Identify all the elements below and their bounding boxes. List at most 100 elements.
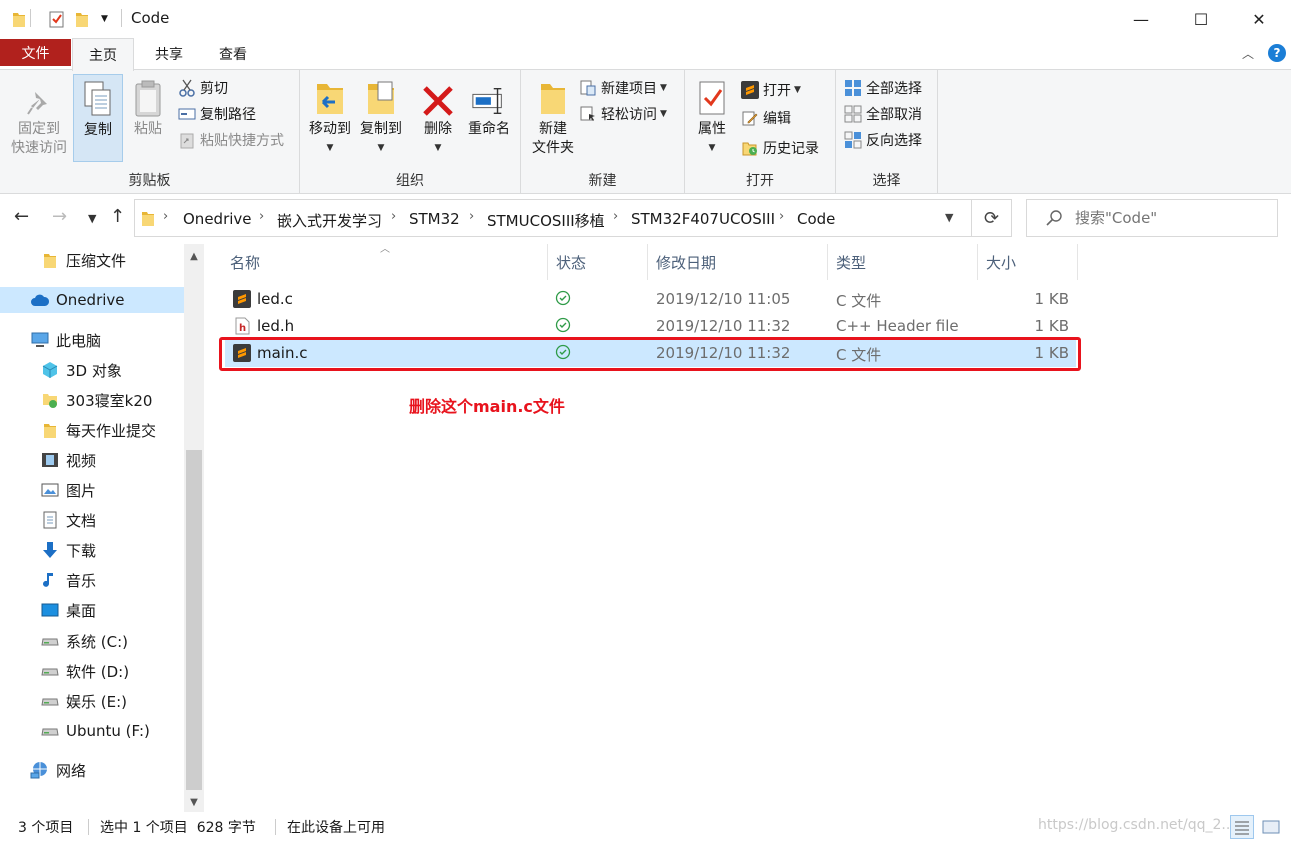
breadcrumb-stm32f407ucosiii[interactable]: STM32F407UCOSIII xyxy=(631,210,775,228)
nav-item-desktop[interactable]: 桌面 xyxy=(0,597,184,623)
copy-path-button[interactable]: 复制路径 xyxy=(178,102,256,126)
tab-file[interactable]: 文件 xyxy=(0,39,71,66)
new-item-button[interactable]: 新建项目 ▼ xyxy=(579,76,667,100)
rename-button[interactable]: 重命名 xyxy=(462,74,516,139)
file-type: C++ Header file xyxy=(836,317,959,335)
sublime-file-icon xyxy=(233,290,251,308)
nav-item-videos[interactable]: 视频 xyxy=(0,447,184,473)
chevron-down-icon: ▼ xyxy=(660,83,667,93)
chevron-down-icon: ▼ xyxy=(434,143,442,153)
nav-item-onedrive[interactable]: Onedrive xyxy=(0,287,184,313)
breadcrumb-separator-icon[interactable]: › xyxy=(779,209,784,224)
nav-item-network[interactable]: 网络 xyxy=(0,757,184,783)
chevron-down-icon: ▼ xyxy=(326,143,334,153)
documents-icon xyxy=(40,510,60,530)
maximize-button[interactable]: ☐ xyxy=(1178,0,1224,38)
copy-button[interactable]: 复制 xyxy=(73,74,123,162)
nav-item-pictures[interactable]: 图片 xyxy=(0,477,184,503)
breadcrumb-separator-icon[interactable]: › xyxy=(613,209,618,224)
invert-selection-button[interactable]: 反向选择 xyxy=(844,128,922,152)
nav-item-drive-f[interactable]: Ubuntu (F:) xyxy=(0,718,184,744)
delete-button[interactable]: 删除 ▼ xyxy=(414,74,462,158)
open-button[interactable]: 打开 ▼ xyxy=(741,78,801,102)
search-input[interactable] xyxy=(1075,208,1271,228)
move-to-button[interactable]: 移动到 ▼ xyxy=(305,74,355,158)
nav-scrollbar[interactable]: ▲ ▼ xyxy=(184,244,204,812)
breadcrumb-separator-icon[interactable]: › xyxy=(259,209,264,224)
network-icon xyxy=(30,760,50,780)
collapse-ribbon-icon[interactable]: ︿ xyxy=(1242,45,1254,62)
nav-item-drive-e[interactable]: 娱乐 (E:) xyxy=(0,688,184,714)
breadcrumb-onedrive[interactable]: Onedrive xyxy=(183,210,252,228)
nav-item-downloads[interactable]: 下载 xyxy=(0,537,184,563)
select-all-button[interactable]: 全部选择 xyxy=(844,76,922,100)
nav-item-daily-homework[interactable]: 每天作业提交 xyxy=(0,417,184,443)
properties-icon xyxy=(694,74,730,118)
select-all-icon xyxy=(844,79,862,97)
address-dropdown-chevron-icon[interactable]: ▼ xyxy=(945,211,953,224)
sync-ok-icon xyxy=(555,317,571,337)
breadcrumb-separator-icon[interactable]: › xyxy=(469,209,474,224)
select-none-button[interactable]: 全部取消 xyxy=(844,102,922,126)
nav-item-drive-d[interactable]: 软件 (D:) xyxy=(0,658,184,684)
cut-button[interactable]: 剪切 xyxy=(178,76,228,100)
new-folder-quick-icon[interactable] xyxy=(75,9,89,29)
new-folder-button[interactable]: 新建 文件夹 xyxy=(525,74,581,158)
file-size: 1 KB xyxy=(1034,290,1069,308)
breadcrumb-separator-icon[interactable]: › xyxy=(391,209,396,224)
breadcrumb-stmucosiii-port[interactable]: STMUCOSIII移植 xyxy=(487,210,605,231)
breadcrumb-code[interactable]: Code xyxy=(797,210,835,228)
pin-quick-access-button[interactable]: 固定到 快速访问 xyxy=(8,74,70,158)
back-arrow-icon[interactable]: ← xyxy=(14,206,29,227)
column-header-name[interactable]: 名称 xyxy=(222,244,548,280)
new-item-icon xyxy=(579,79,597,97)
scroll-up-arrow-icon[interactable]: ▲ xyxy=(184,247,204,265)
nav-item-compressed[interactable]: 压缩文件 xyxy=(0,247,184,273)
tab-view[interactable]: 查看 xyxy=(202,38,264,70)
nav-item-documents[interactable]: 文档 xyxy=(0,507,184,533)
column-header-status[interactable]: 状态 xyxy=(548,244,648,280)
breadcrumb-separator-icon[interactable]: › xyxy=(163,209,168,224)
search-box[interactable] xyxy=(1026,199,1278,237)
properties-quick-icon[interactable] xyxy=(48,9,66,29)
column-header-type[interactable]: 类型 xyxy=(828,244,978,280)
breadcrumb-stm32[interactable]: STM32 xyxy=(409,210,460,228)
forward-arrow-icon[interactable]: → xyxy=(52,206,67,227)
file-row[interactable]: led.c 2019/12/10 11:05 C 文件 1 KB xyxy=(225,286,1076,313)
edit-button[interactable]: 编辑 xyxy=(741,106,791,130)
nav-item-drive-c[interactable]: 系统 (C:) xyxy=(0,628,184,654)
file-row[interactable]: h led.h 2019/12/10 11:32 C++ Header file… xyxy=(225,313,1076,340)
scroll-down-arrow-icon[interactable]: ▼ xyxy=(184,793,204,811)
nav-item-3d-objects[interactable]: 3D 对象 xyxy=(0,357,184,383)
large-icons-view-icon[interactable] xyxy=(1259,815,1283,839)
paste-shortcut-button[interactable]: 粘贴快捷方式 xyxy=(178,128,284,152)
history-button[interactable]: 历史记录 xyxy=(741,136,819,160)
breadcrumb-embedded-study[interactable]: 嵌入式开发学习 xyxy=(277,210,382,231)
search-icon xyxy=(1045,209,1063,231)
cloud-icon xyxy=(30,290,50,310)
nav-item-303-dorm[interactable]: 303寝室k20 xyxy=(0,387,184,413)
properties-button[interactable]: 属性 ▼ xyxy=(691,74,733,158)
refresh-button[interactable]: ⟳ xyxy=(972,199,1012,237)
column-header-size[interactable]: 大小 xyxy=(978,244,1078,280)
minimize-button[interactable]: — xyxy=(1118,0,1164,38)
help-icon[interactable]: ? xyxy=(1268,44,1286,62)
tab-share[interactable]: 共享 xyxy=(138,38,200,70)
up-arrow-icon[interactable]: ↑ xyxy=(110,206,125,227)
history-icon xyxy=(741,139,759,157)
drive-icon xyxy=(40,721,60,741)
copy-to-button[interactable]: 复制到 ▼ xyxy=(356,74,406,158)
tab-home[interactable]: 主页 xyxy=(72,38,134,71)
easy-access-button[interactable]: 轻松访问 ▼ xyxy=(579,102,667,126)
nav-item-this-pc[interactable]: 此电脑 xyxy=(0,327,184,353)
recent-locations-chevron-icon[interactable]: ▼ xyxy=(88,212,96,225)
column-header-modified[interactable]: 修改日期 xyxy=(648,244,828,280)
paste-button[interactable]: 粘贴 xyxy=(126,74,170,139)
nav-item-music[interactable]: 音乐 xyxy=(0,567,184,593)
address-bar[interactable]: › Onedrive › 嵌入式开发学习 › STM32 › STMUCOSII… xyxy=(134,199,972,237)
scrollbar-thumb[interactable] xyxy=(186,450,202,790)
chevron-down-icon: ▼ xyxy=(708,143,716,153)
customize-quick-access-icon[interactable]: ▼ xyxy=(101,9,108,29)
close-button[interactable]: ✕ xyxy=(1236,0,1282,38)
details-view-icon[interactable] xyxy=(1230,815,1254,839)
